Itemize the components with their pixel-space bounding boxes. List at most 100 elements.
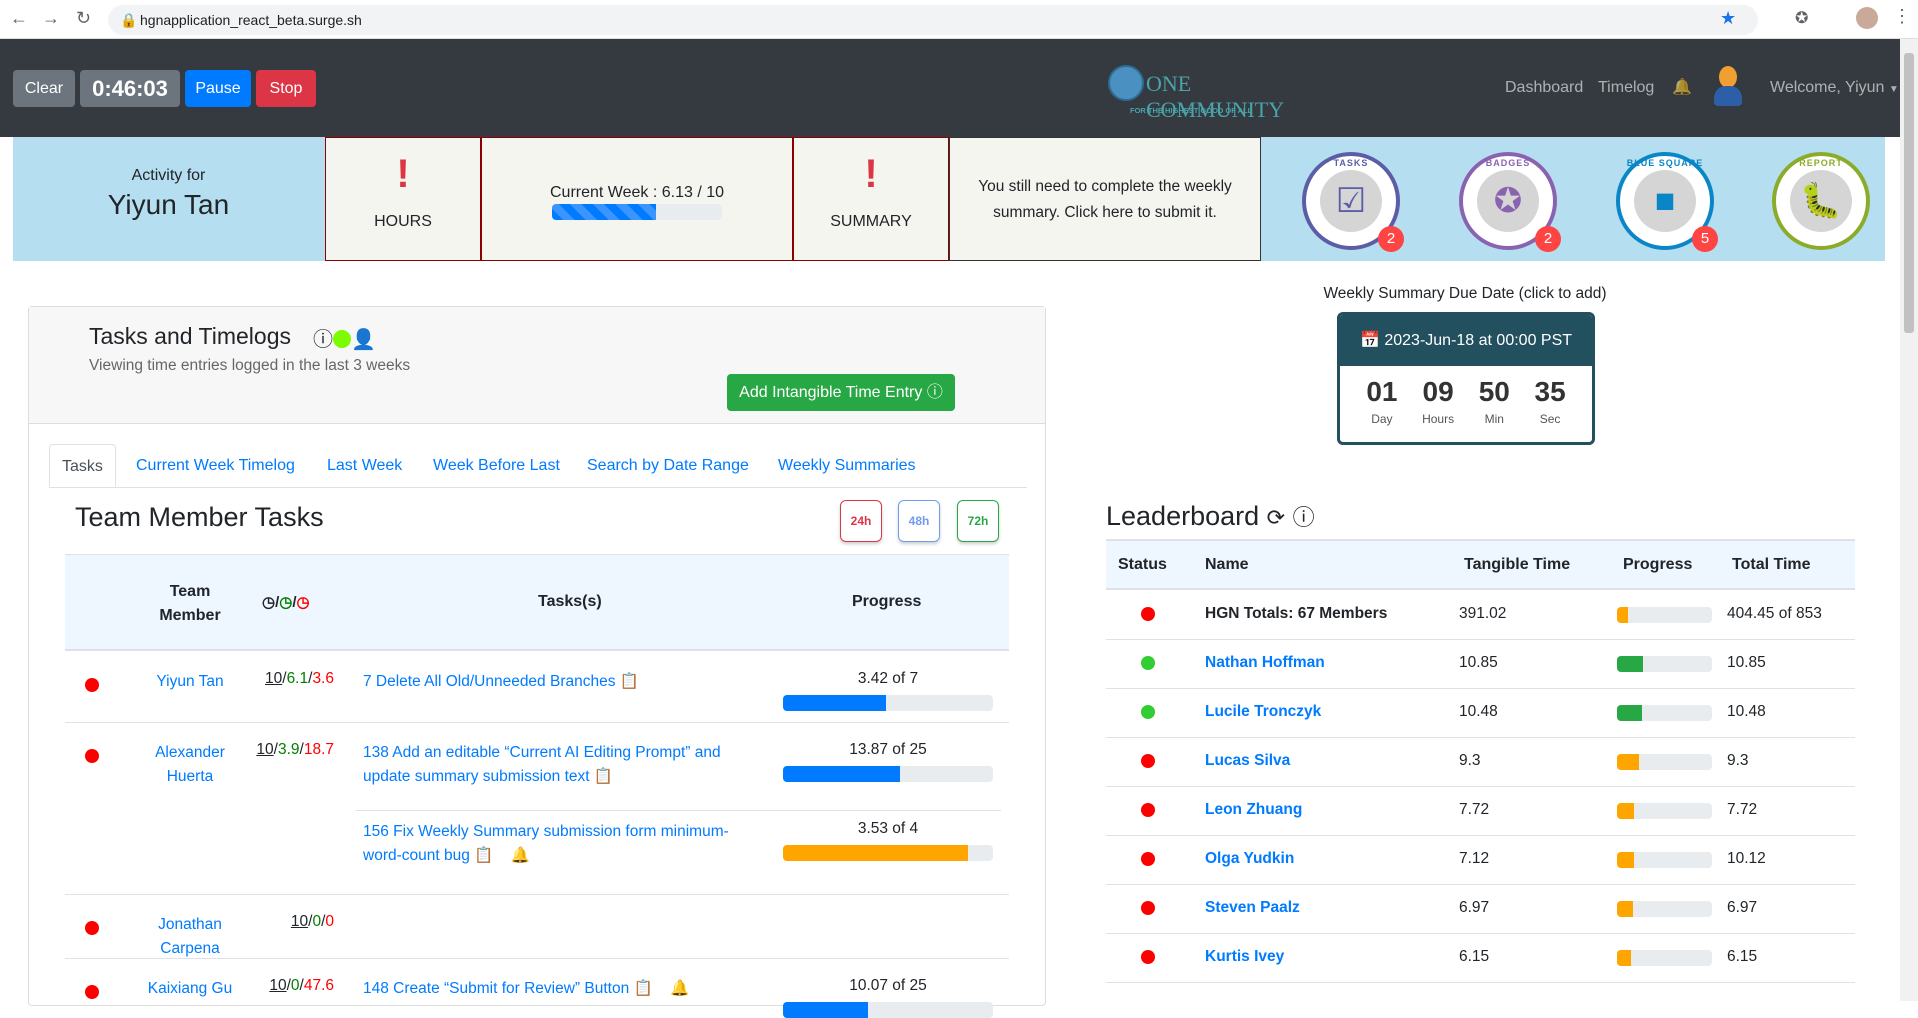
hours-box[interactable]: ! HOURS xyxy=(325,137,481,261)
lb-tangible-time: 6.97 xyxy=(1459,899,1490,916)
team-member-link[interactable]: Jonathan Carpena xyxy=(130,913,250,961)
filter-72h-button[interactable]: 72h xyxy=(957,500,999,542)
badge-3[interactable]: REPORT 🐛 xyxy=(1772,152,1870,250)
lb-status-dot xyxy=(1141,852,1155,866)
profile-avatar[interactable] xyxy=(1856,7,1878,29)
lb-tangible-time: 10.85 xyxy=(1459,654,1498,671)
lb-name[interactable]: Lucas Silva xyxy=(1205,752,1290,770)
pause-button[interactable]: Pause xyxy=(185,70,251,107)
menu-icon[interactable]: ⋮ xyxy=(1893,6,1911,27)
lb-name[interactable]: Kurtis Ivey xyxy=(1205,948,1284,966)
task-link[interactable]: 7 Delete All Old/Unneeded Branches xyxy=(363,673,615,690)
tab-4[interactable]: Search by Date Range xyxy=(575,444,761,487)
welcome-dropdown[interactable]: Welcome, Yiyun ▼ xyxy=(1770,79,1899,97)
nav-timelog[interactable]: Timelog xyxy=(1598,79,1654,97)
due-date-countdown[interactable]: 📅 2023-Jun-18 at 00:00 PST 01 Day 09 Hours 5… xyxy=(1337,312,1595,445)
hours-summary: 10/6.1/3.6 xyxy=(265,670,334,687)
task-progress-fill xyxy=(783,1002,868,1018)
task-progress-fill xyxy=(783,695,886,711)
countdown-label: Hours xyxy=(1422,412,1455,426)
lb-total-time: 9.3 xyxy=(1727,752,1749,769)
activity-for-label: Activity for xyxy=(131,167,206,184)
back-icon[interactable]: ← xyxy=(10,8,28,29)
page-scrollbar[interactable] xyxy=(1900,39,1918,1001)
copy-icon[interactable]: 📋 xyxy=(474,847,493,864)
panel-subtitle: Viewing time entries logged in the last … xyxy=(89,357,411,374)
add-intangible-time-button[interactable]: Add Intangible Time Entry ⓘ xyxy=(727,374,955,411)
lb-row-divider xyxy=(1106,688,1855,689)
summary-alert-icon: ! xyxy=(864,152,878,196)
copy-icon[interactable]: 📋 xyxy=(620,673,639,690)
info-icon[interactable]: ⓘ xyxy=(313,329,333,351)
filter-24h-button[interactable]: 24h xyxy=(840,500,882,542)
clock-icon: ◷ xyxy=(262,594,276,611)
tab-3[interactable]: Week Before Last xyxy=(421,444,572,487)
info-icon[interactable]: ⓘ xyxy=(1293,505,1315,530)
badge-1[interactable]: BADGES ✪ 2 xyxy=(1459,152,1561,252)
lb-name: HGN Totals: 67 Members xyxy=(1205,605,1388,622)
tab-2[interactable]: Last Week xyxy=(315,444,414,487)
lb-name[interactable]: Leon Zhuang xyxy=(1205,801,1302,819)
tab-0[interactable]: Tasks xyxy=(49,444,116,487)
task-link[interactable]: 156 Fix Weekly Summary submission form m… xyxy=(363,823,729,864)
task-link[interactable]: 148 Create “Submit for Review” Button xyxy=(363,980,629,997)
task-progress-text: 3.53 of 4 xyxy=(857,820,919,837)
user-avatar[interactable] xyxy=(1712,66,1744,108)
weekly-summary-reminder[interactable]: You still need to complete the weekly su… xyxy=(949,137,1261,261)
total-hours: 18.7 xyxy=(303,741,334,758)
globe-icon xyxy=(1108,65,1144,101)
lb-row-divider xyxy=(1106,982,1855,983)
lb-status-dot xyxy=(1141,803,1155,817)
one-community-logo[interactable]: ONE COMMUNITY FOR THE HIGHEST GOOD OF AL… xyxy=(1106,61,1291,122)
extensions-icon[interactable]: ✪ xyxy=(1795,8,1808,28)
lb-name[interactable]: Lucile Tronczyk xyxy=(1205,703,1321,721)
stop-button[interactable]: Stop xyxy=(256,70,316,107)
task-link[interactable]: 138 Add an editable “Current AI Editing … xyxy=(363,744,721,785)
status-dot xyxy=(85,749,99,763)
badge-ribbon-icon: ✪ xyxy=(1477,170,1539,232)
lb-col-1: Name xyxy=(1205,556,1249,573)
bell-alert-icon[interactable]: 🔔 xyxy=(670,980,689,997)
countdown-unit: 09 Hours xyxy=(1422,376,1454,426)
team-member-tasks-heading: Team Member Tasks xyxy=(75,502,324,532)
badge-label: BADGES xyxy=(1485,158,1531,168)
team-member-link[interactable]: Yiyun Tan xyxy=(130,670,250,694)
filter-48h-button[interactable]: 48h xyxy=(898,500,940,542)
tab-1[interactable]: Current Week Timelog xyxy=(124,444,307,487)
countdown-value: 01 xyxy=(1366,376,1398,407)
countdown-value: 09 xyxy=(1422,376,1454,407)
clear-button[interactable]: Clear xyxy=(13,70,75,107)
lb-status-dot xyxy=(1141,754,1155,768)
bookmark-star-icon[interactable]: ★ xyxy=(1720,8,1736,29)
lb-name[interactable]: Steven Paalz xyxy=(1205,899,1300,917)
row-divider xyxy=(65,722,1009,723)
team-member-link[interactable]: Kaixiang Gu xyxy=(130,977,250,1001)
tab-5[interactable]: Weekly Summaries xyxy=(766,444,928,487)
badge-0[interactable]: TASKS ☑ 2 xyxy=(1302,152,1404,252)
logo-text: ONE COMMUNITY xyxy=(1146,71,1285,122)
bell-icon[interactable]: 🔔 xyxy=(1672,77,1692,97)
summary-box[interactable]: ! SUMMARY xyxy=(793,137,949,261)
copy-icon[interactable]: 📋 xyxy=(634,980,653,997)
copy-icon[interactable]: 📋 xyxy=(594,768,613,785)
reload-icon[interactable]: ↻ xyxy=(76,8,91,29)
refresh-icon[interactable]: ⟳ xyxy=(1267,505,1285,530)
hours-label: HOURS xyxy=(374,213,432,230)
badge-label: BLUE SQUARE xyxy=(1626,158,1704,168)
badge-2[interactable]: BLUE SQUARE ■ 5 xyxy=(1616,152,1718,252)
team-member-link[interactable]: Alexander Huerta xyxy=(130,741,250,789)
lb-name[interactable]: Olga Yudkin xyxy=(1205,850,1294,868)
lb-progress-bar xyxy=(1617,656,1712,672)
bell-alert-icon[interactable]: 🔔 xyxy=(511,847,530,864)
lb-name[interactable]: Nathan Hoffman xyxy=(1205,654,1325,672)
forward-icon[interactable]: → xyxy=(42,8,60,29)
badge-count: 2 xyxy=(1535,226,1561,252)
summary-label: SUMMARY xyxy=(830,213,912,230)
address-bar[interactable]: 🔒 hgnapplication_react_beta.surge.sh xyxy=(108,5,1758,35)
lb-total-time: 10.48 xyxy=(1727,703,1766,720)
task-progress-text: 3.42 of 7 xyxy=(857,670,919,687)
nav-dashboard[interactable]: Dashboard xyxy=(1505,79,1583,97)
bug-icon: 🐛 xyxy=(1790,170,1852,232)
lb-col-2: Tangible Time xyxy=(1464,556,1571,573)
lb-total-time: 10.12 xyxy=(1727,850,1766,867)
